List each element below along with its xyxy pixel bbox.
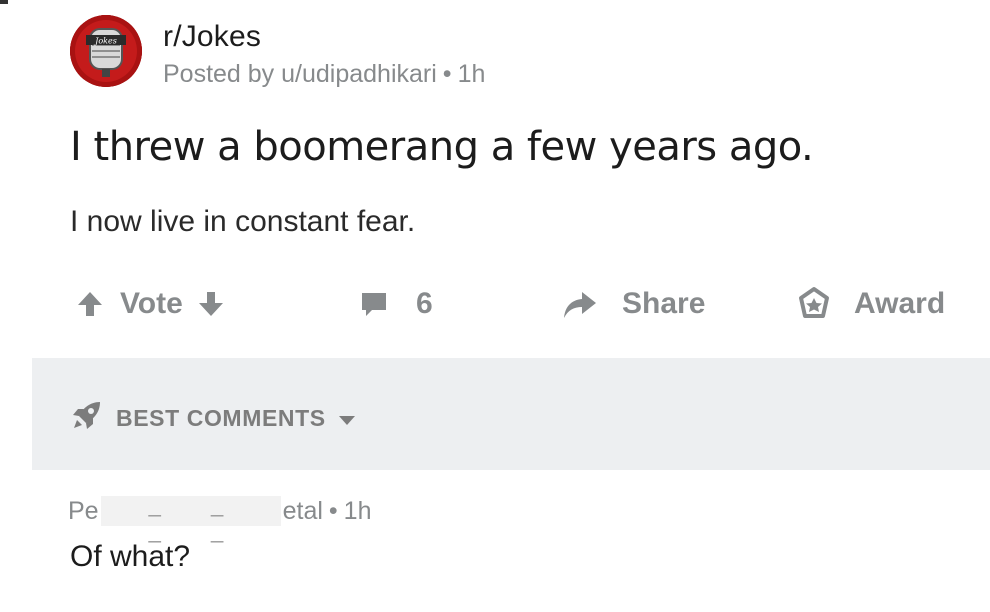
speech-bubble-icon — [358, 288, 390, 320]
corner-mark — [0, 0, 8, 4]
comment-count: 6 — [416, 287, 433, 320]
subreddit-name[interactable]: r/Jokes — [163, 20, 261, 54]
sort-dropdown[interactable]: BEST COMMENTS — [70, 398, 356, 438]
comments-sort-bar: BEST COMMENTS — [32, 358, 990, 470]
post-author[interactable]: Posted by u/udipadhikari — [163, 60, 437, 88]
comment-author-end[interactable]: etal — [283, 497, 323, 526]
comment-author-start[interactable]: Pe — [68, 497, 99, 526]
arrow-up-icon[interactable] — [74, 288, 106, 320]
caret-down-icon — [338, 405, 356, 432]
meta-separator: • — [328, 496, 338, 525]
post-action-bar: Vote 6 Share Award — [0, 280, 990, 328]
vote-control: Vote — [74, 280, 227, 328]
comment-meta: Pe etal•1h — [68, 492, 372, 544]
sort-label: BEST COMMENTS — [116, 404, 326, 431]
post-title[interactable]: I threw a boomerang a few years ago. — [70, 124, 814, 170]
rocket-icon — [70, 398, 104, 438]
share-label: Share — [622, 287, 706, 320]
redacted-name — [100, 492, 281, 544]
share-arrow-icon — [562, 288, 598, 320]
post-age: 1h — [457, 60, 486, 88]
award-button[interactable]: Award — [796, 280, 945, 328]
meta-separator: • — [442, 60, 452, 88]
comments-button[interactable]: 6 — [358, 280, 433, 328]
award-badge-icon — [796, 286, 832, 322]
subreddit-avatar[interactable]: Jokes — [70, 15, 142, 87]
post-body: I now live in constant fear. — [70, 205, 416, 238]
comment-text: Of what? — [70, 540, 191, 573]
award-label: Award — [854, 287, 946, 320]
vote-label: Vote — [120, 287, 183, 320]
arrow-down-icon[interactable] — [195, 288, 227, 320]
share-button[interactable]: Share — [562, 280, 705, 328]
jokes-microphone-logo: Jokes — [70, 15, 142, 87]
comment-age: 1h — [343, 496, 372, 525]
post-meta: Posted by u/udipadhikari • 1h — [163, 60, 485, 89]
svg-text:Jokes: Jokes — [93, 37, 117, 46]
